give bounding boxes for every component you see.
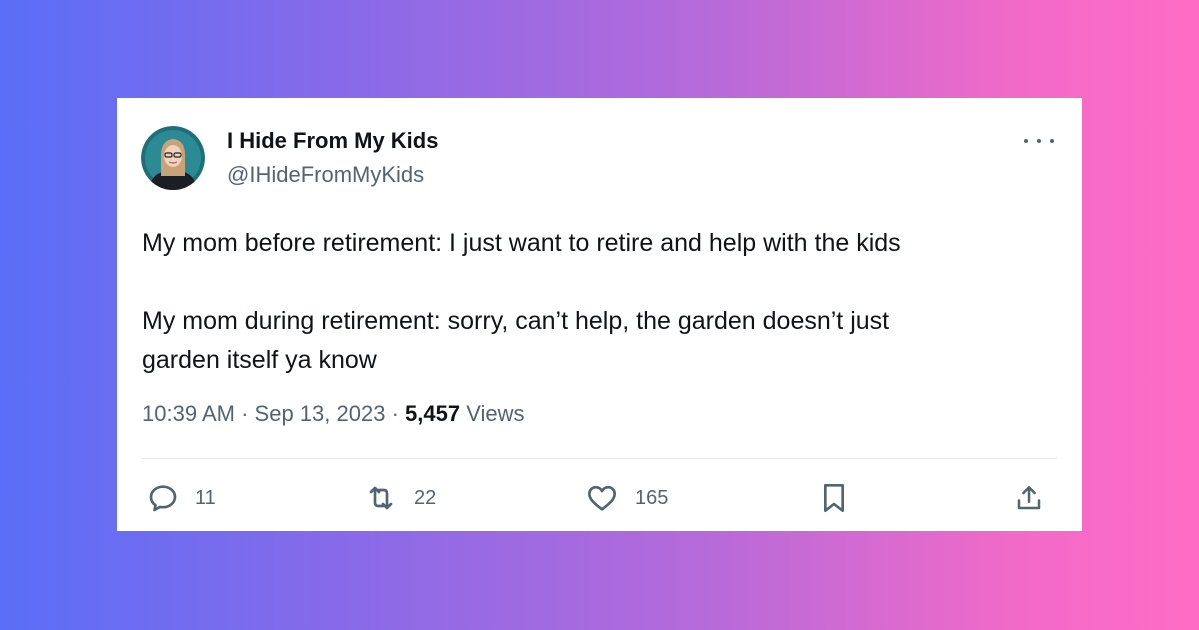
meta-separator: ·: [241, 401, 249, 426]
reply-icon: [149, 485, 177, 512]
share-icon: [1017, 486, 1041, 510]
user-handle[interactable]: @IHideFromMyKids: [227, 162, 424, 188]
like-button[interactable]: 165: [585, 482, 668, 514]
tweet-text-paragraph-2-line-2: garden itself ya know: [142, 346, 377, 374]
views-count: 5,457: [405, 401, 461, 426]
tweet-card: I Hide From My Kids @IHideFromMyKids My …: [117, 98, 1082, 531]
retweet-icon: [369, 486, 393, 510]
retweet-button[interactable]: 22: [364, 482, 436, 514]
meta-separator: ·: [391, 401, 399, 426]
share-button[interactable]: [1014, 482, 1044, 514]
divider: [142, 458, 1057, 459]
reply-button[interactable]: 11: [147, 482, 216, 514]
tweet-date[interactable]: Sep 13, 2023: [255, 401, 386, 426]
tweet-meta: 10:39 AM · Sep 13, 2023 · 5,457 Views: [142, 401, 525, 427]
tweet-text: My mom before retirement: I just want to…: [142, 224, 1042, 380]
tweet-text-paragraph-1: My mom before retirement: I just want to…: [142, 229, 901, 257]
bookmark-button[interactable]: [820, 482, 848, 514]
display-name[interactable]: I Hide From My Kids: [227, 128, 438, 154]
avatar[interactable]: [141, 126, 205, 190]
like-count: 165: [635, 486, 669, 509]
tweet-text-paragraph-2: My mom during retirement: sorry, can’t h…: [142, 302, 1042, 380]
more-horizontal-icon[interactable]: [1024, 132, 1054, 150]
bookmark-icon: [823, 484, 844, 512]
profile-photo: [141, 126, 205, 190]
reply-count: 11: [195, 486, 216, 509]
tweet-text-paragraph-2-line-1: My mom during retirement: sorry, can’t h…: [142, 307, 890, 335]
heart-icon: [588, 485, 616, 511]
tweet-time[interactable]: 10:39 AM: [142, 401, 235, 426]
views-label: Views: [466, 401, 525, 426]
retweet-count: 22: [414, 486, 437, 509]
